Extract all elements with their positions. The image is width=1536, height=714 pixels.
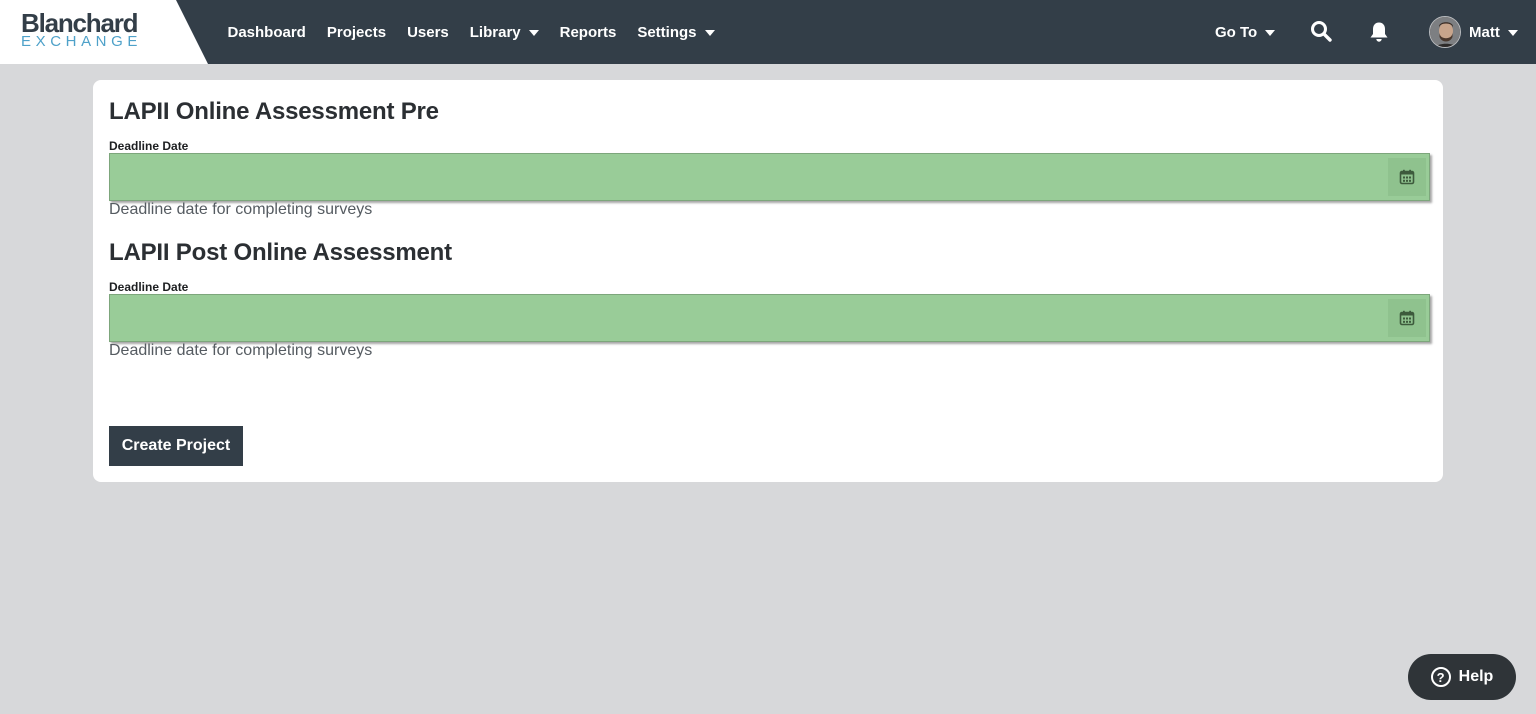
top-navbar: Blanchard EXCHANGE Dashboard Projects Us… [0, 0, 1536, 64]
deadline-date-input-post[interactable] [110, 299, 1388, 337]
question-circle-icon: ? [1430, 667, 1451, 687]
deadline-help-text: Deadline date for completing surveys [109, 342, 373, 359]
chevron-down-icon [704, 30, 715, 36]
nav-item-label: Projects [326, 23, 387, 41]
chevron-down-icon [1507, 30, 1518, 36]
notifications-button[interactable] [1369, 21, 1389, 43]
avatar [1429, 16, 1461, 48]
deadline-date-field-pre [109, 153, 1430, 201]
create-project-button[interactable]: Create Project [109, 426, 243, 466]
user-menu[interactable]: Matt [1429, 16, 1518, 48]
goto-label: Go To [1215, 23, 1258, 41]
nav-item-projects[interactable]: Projects [316, 24, 396, 41]
deadline-date-label: Deadline Date [109, 139, 189, 153]
deadline-date-input-pre[interactable] [110, 158, 1388, 196]
section-title-post: LAPII Post Online Assessment [109, 239, 452, 266]
chevron-down-icon [1265, 30, 1276, 36]
deadline-date-field-post [109, 294, 1430, 342]
nav-item-settings[interactable]: Settings [627, 24, 725, 41]
main-nav: Dashboard Projects Users Library Reports… [217, 0, 725, 64]
user-avatar-icon [1430, 17, 1460, 47]
nav-item-label: Library [469, 23, 521, 41]
nav-item-reports[interactable]: Reports [549, 24, 627, 41]
help-button[interactable]: ? Help [1408, 654, 1516, 700]
nav-item-library[interactable]: Library [459, 24, 549, 41]
calendar-button[interactable] [1388, 299, 1426, 337]
deadline-help-text: Deadline date for completing surveys [109, 201, 373, 218]
calendar-icon [1399, 310, 1415, 326]
search-button[interactable] [1310, 20, 1332, 42]
nav-item-users[interactable]: Users [397, 24, 460, 41]
help-label: Help [1458, 668, 1494, 685]
nav-item-dashboard[interactable]: Dashboard [217, 24, 316, 41]
search-icon [1311, 21, 1332, 42]
project-form-card: LAPII Online Assessment Pre Deadline Dat… [93, 80, 1443, 482]
nav-item-label: Settings [637, 23, 697, 41]
calendar-button[interactable] [1388, 158, 1426, 196]
nav-item-label: Dashboard [227, 23, 306, 41]
brand-logo[interactable]: Blanchard EXCHANGE [0, 0, 210, 64]
nav-item-label: Users [407, 23, 449, 41]
goto-menu[interactable]: Go To [1215, 0, 1276, 64]
calendar-icon [1399, 169, 1415, 185]
user-name: Matt [1469, 23, 1500, 41]
section-title-pre: LAPII Online Assessment Pre [109, 98, 439, 125]
logo-name-sub: EXCHANGE [21, 33, 142, 50]
bell-icon [1370, 22, 1388, 42]
chevron-down-icon [528, 30, 539, 36]
nav-item-label: Reports [559, 23, 617, 41]
deadline-date-label: Deadline Date [109, 280, 189, 294]
